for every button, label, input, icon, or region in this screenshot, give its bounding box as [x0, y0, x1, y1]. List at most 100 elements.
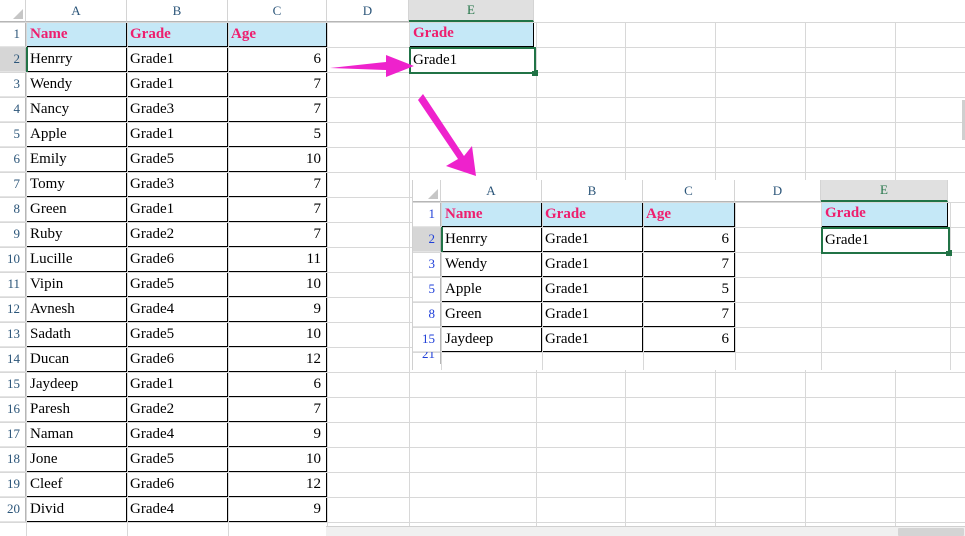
top-cell-b20[interactable]: Grade4 [127, 497, 228, 522]
top-cell-e17[interactable] [409, 422, 534, 447]
top-cell-a4[interactable]: Nancy [26, 97, 127, 122]
top-cell-a18[interactable]: Jone [26, 447, 127, 472]
top-cell-c2[interactable]: 6 [228, 47, 327, 72]
top-cell-b19[interactable]: Grade6 [127, 472, 228, 497]
top-cell-a9[interactable]: Ruby [26, 222, 127, 247]
top-cell-c3[interactable]: 7 [228, 72, 327, 97]
bottom-cell-d2[interactable] [735, 227, 821, 252]
top-cell-d3[interactable] [327, 72, 409, 97]
top-cell-b12[interactable]: Grade4 [127, 297, 228, 322]
bottom-cell-e5[interactable] [821, 277, 948, 302]
top-cell-c8[interactable]: 7 [228, 197, 327, 222]
top-cell-a8[interactable]: Green [26, 197, 127, 222]
top-cell-c13[interactable]: 10 [228, 322, 327, 347]
bottom-cell-a1[interactable]: Name [441, 202, 542, 227]
horizontal-scrollbar-thumb[interactable] [898, 528, 964, 536]
top-cell-b6[interactable]: Grade5 [127, 147, 228, 172]
top-cell-a10[interactable]: Lucille [26, 247, 127, 272]
top-cell-a1[interactable]: Name [26, 22, 127, 47]
top-row-header-15[interactable]: 15 [0, 372, 26, 397]
top-cell-d12[interactable] [327, 297, 409, 322]
top-cell-a20[interactable]: Divid [26, 497, 127, 522]
top-cell-c4[interactable]: 7 [228, 97, 327, 122]
top-cell-b2[interactable]: Grade1 [127, 47, 228, 72]
top-cell-a13[interactable]: Sadath [26, 322, 127, 347]
bottom-cell-c5[interactable]: 5 [643, 277, 735, 302]
top-cell-d6[interactable] [327, 147, 409, 172]
bottom-cell-b1[interactable]: Grade [542, 202, 643, 227]
bottom-cell-b2[interactable]: Grade1 [542, 227, 643, 252]
top-cell-c1[interactable]: Age [228, 22, 327, 47]
top-cell-c10[interactable]: 11 [228, 247, 327, 272]
top-row-header-18[interactable]: 18 [0, 447, 26, 472]
bottom-col-header-b[interactable]: B [542, 180, 643, 202]
top-cell-b14[interactable]: Grade6 [127, 347, 228, 372]
top-row-header-1[interactable]: 1 [0, 22, 26, 47]
bottom-col-header-e[interactable]: E [821, 180, 948, 202]
top-cell-b13[interactable]: Grade5 [127, 322, 228, 347]
top-cell-a11[interactable]: Vipin [26, 272, 127, 297]
bottom-cell-c2[interactable]: 6 [643, 227, 735, 252]
top-col-header-c[interactable]: C [228, 0, 327, 22]
top-cell-b10[interactable]: Grade6 [127, 247, 228, 272]
top-cell-b4[interactable]: Grade3 [127, 97, 228, 122]
top-row-header-8[interactable]: 8 [0, 197, 26, 222]
bottom-cell-a8[interactable]: Green [441, 302, 542, 327]
top-cell-b5[interactable]: Grade1 [127, 122, 228, 147]
top-row-header-13[interactable]: 13 [0, 322, 26, 347]
top-cell-d11[interactable] [327, 272, 409, 297]
top-cell-e5[interactable] [409, 122, 534, 147]
bottom-col-header-d[interactable]: D [735, 180, 821, 202]
bottom-cell-c3[interactable]: 7 [643, 252, 735, 277]
top-cell-c7[interactable]: 7 [228, 172, 327, 197]
top-cell-e15[interactable] [409, 372, 534, 397]
top-cell-a7[interactable]: Tomy [26, 172, 127, 197]
top-cell-e6[interactable] [409, 147, 534, 172]
top-cell-d10[interactable] [327, 247, 409, 272]
top-cell-e3[interactable] [409, 72, 534, 97]
top-cell-d7[interactable] [327, 172, 409, 197]
top-row-header-10[interactable]: 10 [0, 247, 26, 272]
top-cell-b18[interactable]: Grade5 [127, 447, 228, 472]
top-row-header-9[interactable]: 9 [0, 222, 26, 247]
top-cell-c14[interactable]: 12 [228, 347, 327, 372]
top-cell-c20[interactable]: 9 [228, 497, 327, 522]
top-cell-d4[interactable] [327, 97, 409, 122]
bottom-cell-b15[interactable]: Grade1 [542, 327, 643, 352]
top-col-header-d[interactable]: D [327, 0, 409, 22]
top-cell-e4[interactable] [409, 97, 534, 122]
top-cell-e20[interactable] [409, 497, 534, 522]
select-all-corner[interactable] [0, 0, 26, 22]
top-row-header-6[interactable]: 6 [0, 147, 26, 172]
top-col-header-a[interactable]: A [26, 0, 127, 22]
top-cell-a15[interactable]: Jaydeep [26, 372, 127, 397]
bottom-cell-a5[interactable]: Apple [441, 277, 542, 302]
top-cell-d18[interactable] [327, 447, 409, 472]
top-row-header-11[interactable]: 11 [0, 272, 26, 297]
top-cell-b15[interactable]: Grade1 [127, 372, 228, 397]
bottom-cell-a2[interactable]: Henrry [441, 227, 542, 252]
top-cell-c15[interactable]: 6 [228, 372, 327, 397]
top-cell-b3[interactable]: Grade1 [127, 72, 228, 97]
bottom-cell-d8[interactable] [735, 302, 821, 327]
top-row-header-2[interactable]: 2 [0, 47, 26, 72]
top-cell-a17[interactable]: Naman [26, 422, 127, 447]
top-cell-c5[interactable]: 5 [228, 122, 327, 147]
top-cell-d1[interactable] [327, 22, 409, 47]
bottom-row-header-truncated[interactable]: 21 [413, 352, 441, 364]
top-cell-a12[interactable]: Avnesh [26, 297, 127, 322]
top-cell-d16[interactable] [327, 397, 409, 422]
top-cell-d15[interactable] [327, 372, 409, 397]
top-row-header-12[interactable]: 12 [0, 297, 26, 322]
bottom-cell-d1[interactable] [735, 202, 821, 227]
top-row-header-14[interactable]: 14 [0, 347, 26, 372]
bottom-cell-e3[interactable] [821, 252, 948, 277]
top-cell-d5[interactable] [327, 122, 409, 147]
top-row-header-17[interactable]: 17 [0, 422, 26, 447]
top-row-header-7[interactable]: 7 [0, 172, 26, 197]
top-cell-e18[interactable] [409, 447, 534, 472]
bottom-cell-c8[interactable]: 7 [643, 302, 735, 327]
top-cell-a3[interactable]: Wendy [26, 72, 127, 97]
top-row-header-3[interactable]: 3 [0, 72, 26, 97]
top-cell-d17[interactable] [327, 422, 409, 447]
